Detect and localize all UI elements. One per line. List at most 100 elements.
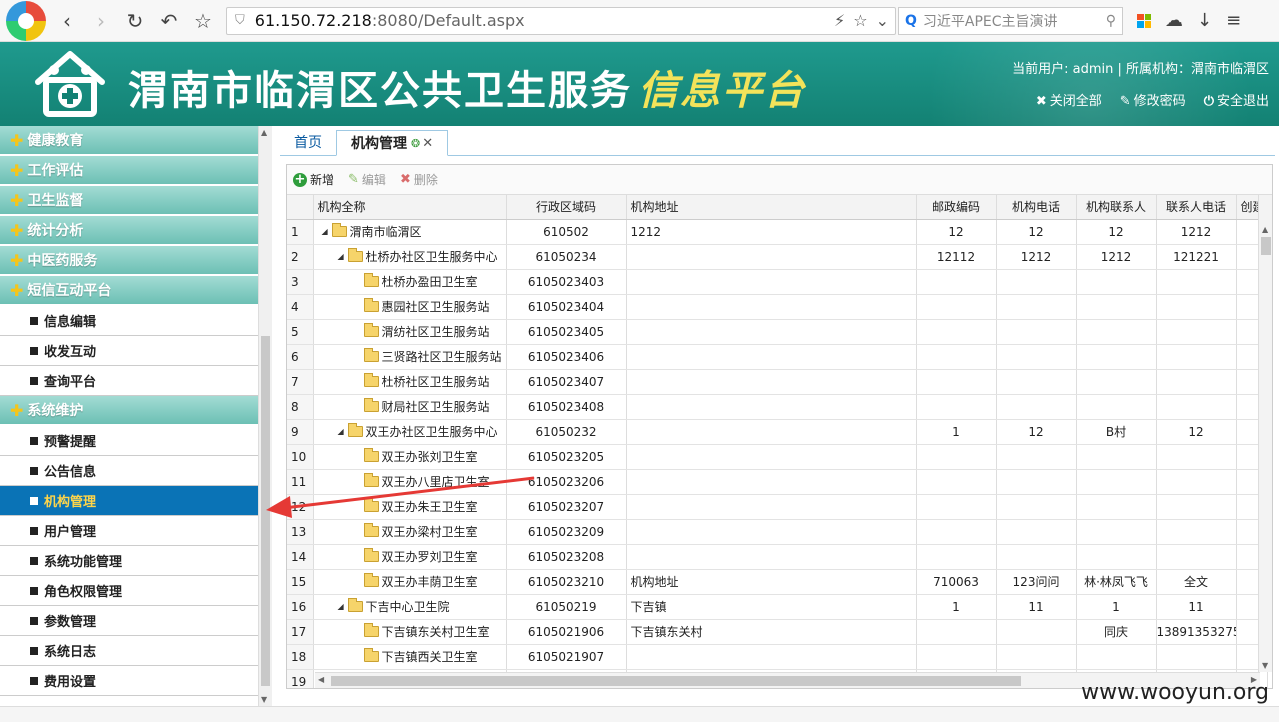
cell-phone: 12 (996, 419, 1077, 445)
column-header-phone[interactable]: 机构电话 (996, 195, 1077, 220)
expand-triangle-icon[interactable]: ◢ (322, 227, 332, 236)
sidebar-item-warning[interactable]: 预警提醒 (0, 426, 258, 456)
scroll-up-icon[interactable]: ▲ (261, 128, 267, 137)
sidebar-item-parameters[interactable]: 参数管理 (0, 606, 258, 636)
sidebar-item-function-management[interactable]: 系统功能管理 (0, 546, 258, 576)
sidebar-item-info-edit[interactable]: 信息编辑 (0, 306, 258, 336)
tab-org-management[interactable]: 机构管理 ❂ ✕ (336, 130, 449, 156)
sidebar-group-system-maintenance[interactable]: ✚ 系统维护 (0, 396, 258, 426)
table-row[interactable]: 14 双王办罗刘卫生室 6105023208 (287, 544, 1268, 570)
cell-contact (1076, 344, 1157, 370)
grid-vscroll-thumb[interactable] (1261, 237, 1271, 255)
edit-button[interactable]: ✎ 编辑 (348, 171, 386, 188)
sidebar-item-org-management[interactable]: 机构管理 (0, 486, 258, 516)
sidebar-group-health-education[interactable]: ✚ 健康教育 (0, 126, 258, 156)
cell-phone (996, 519, 1077, 545)
scroll-left-icon[interactable]: ◀ (318, 675, 324, 684)
scroll-down-icon[interactable]: ▼ (1262, 661, 1268, 670)
table-row[interactable]: 10 双王办张刘卫生室 6105023205 (287, 444, 1268, 470)
table-row[interactable]: 5 渭纺社区卫生服务站 6105023405 (287, 319, 1268, 345)
cell-org-name: 双王办朱王卫生室 (313, 494, 507, 520)
grid-vertical-scrollbar[interactable]: ▲ ▼ (1258, 195, 1272, 672)
sidebar-scroll-thumb[interactable] (261, 336, 270, 686)
org-name-text: 双王办社区卫生服务中心 (365, 425, 498, 439)
table-row[interactable]: 2 ◢ 杜桥办社区卫生服务中心 61050234 12112 1212 1212 121221 (287, 244, 1268, 270)
sidebar-item-system-log[interactable]: 系统日志 (0, 636, 258, 666)
expand-triangle-icon[interactable]: ◢ (338, 602, 348, 611)
table-row[interactable]: 7 杜桥社区卫生服务站 6105023407 (287, 369, 1268, 395)
table-row[interactable]: 1 ◢ 渭南市临渭区 610502 1212 12 12 12 1212 (287, 219, 1268, 245)
sidebar-item-user-management[interactable]: 用户管理 (0, 516, 258, 546)
cell-contact (1076, 369, 1157, 395)
table-row[interactable]: 18 下吉镇西关卫生室 6105021907 (287, 644, 1268, 670)
row-number: 18 (287, 644, 314, 670)
lightning-icon[interactable]: ⚡ (834, 11, 845, 30)
sidebar-item-announcement[interactable]: 公告信息 (0, 456, 258, 486)
sidebar-group-health-supervision[interactable]: ✚ 卫生监督 (0, 186, 258, 216)
sidebar-item-role-permission[interactable]: 角色权限管理 (0, 576, 258, 606)
table-row[interactable]: 13 双王办梁村卫生室 6105023209 (287, 519, 1268, 545)
scroll-up-icon[interactable]: ▲ (1262, 225, 1268, 234)
reload-icon[interactable]: ↻ (122, 8, 148, 34)
cell-address (626, 469, 917, 495)
table-row[interactable]: 11 双王办八里店卫生室 6105023206 (287, 469, 1268, 495)
forward-arrow-icon[interactable]: › (88, 8, 114, 34)
close-all-button[interactable]: ✖ 关闭全部 (1036, 90, 1102, 109)
back-arrow-icon[interactable]: ‹ (54, 8, 80, 34)
sidebar-item-send-receive[interactable]: 收发互动 (0, 336, 258, 366)
apps-grid-icon[interactable] (1137, 13, 1151, 28)
table-row[interactable]: 12 双王办朱王卫生室 6105023207 (287, 494, 1268, 520)
search-input[interactable]: Q 习近平APEC主旨演讲 ⚲ (898, 6, 1123, 35)
power-icon: ⏻ (1203, 94, 1214, 109)
scroll-down-icon[interactable]: ▼ (261, 695, 267, 704)
column-header-region-code[interactable]: 行政区域码 (506, 195, 627, 220)
menu-icon[interactable]: ≡ (1226, 10, 1241, 31)
table-row[interactable]: 4 惠园社区卫生服务站 6105023404 (287, 294, 1268, 320)
sidebar-group-statistics[interactable]: ✚ 统计分析 (0, 216, 258, 246)
expand-triangle-icon[interactable]: ◢ (338, 252, 348, 261)
row-number: 10 (287, 444, 314, 470)
column-header-name[interactable]: 机构全称 (313, 195, 507, 220)
cell-contact: 同庆 (1076, 619, 1157, 645)
table-row[interactable]: 3 杜桥办盈田卫生室 6105023403 (287, 269, 1268, 295)
close-tab-icon[interactable]: ✕ (422, 136, 433, 151)
cloud-icon[interactable]: ☁ (1165, 10, 1183, 31)
table-row[interactable]: 16 ◢ 下吉中心卫生院 61050219 下吉镇 1 11 1 11 (287, 594, 1268, 620)
table-row[interactable]: 15 双王办丰荫卫生室 6105023210 机构地址 710063 123问问 林·林凤飞… (287, 569, 1268, 595)
cell-contact: 1212 (1076, 244, 1157, 270)
table-row[interactable]: 9 ◢ 双王办社区卫生服务中心 61050232 1 12 B村 12 (287, 419, 1268, 445)
table-row[interactable]: 6 三贤路社区卫生服务站 6105023406 (287, 344, 1268, 370)
sidebar-group-work-evaluation[interactable]: ✚ 工作评估 (0, 156, 258, 186)
logout-button[interactable]: ⏻ 安全退出 (1204, 90, 1269, 109)
cell-zip (916, 319, 997, 345)
sidebar-item-query-platform[interactable]: 查询平台 (0, 366, 258, 396)
title-accent: 信息平台 (638, 67, 806, 114)
expand-triangle-icon[interactable]: ◢ (338, 427, 348, 436)
sidebar-scrollbar[interactable]: ▲ ▼ (258, 126, 272, 706)
favorite-star-icon[interactable]: ☆ (853, 11, 867, 30)
browser-logo-icon[interactable] (6, 0, 46, 41)
refresh-icon[interactable]: ❂ (411, 137, 420, 150)
address-bar[interactable]: ⛉ 61.150.72.218:8080/Default.aspx ⚡ ☆ ⌄ (226, 6, 896, 35)
add-button[interactable]: + 新增 (293, 171, 334, 188)
sidebar-group-tcm-service[interactable]: ✚ 中医药服务 (0, 246, 258, 276)
tab-home[interactable]: 首页 (280, 129, 336, 155)
delete-button[interactable]: ✖ 删除 (400, 171, 438, 188)
column-header-contact[interactable]: 机构联系人 (1076, 195, 1157, 220)
table-row[interactable]: 8 财局社区卫生服务站 6105023408 (287, 394, 1268, 420)
star-icon[interactable]: ☆ (190, 8, 216, 34)
cell-org-name: 双王办八里店卫生室 (313, 469, 507, 495)
sidebar-item-fee-settings[interactable]: 费用设置 (0, 666, 258, 696)
column-header-zip[interactable]: 邮政编码 (916, 195, 997, 220)
cell-contact-phone (1156, 344, 1237, 370)
dropdown-chevron-icon[interactable]: ⌄ (876, 11, 889, 30)
column-header-contact-phone[interactable]: 联系人电话 (1156, 195, 1237, 220)
undo-icon[interactable]: ↶ (156, 8, 182, 34)
search-icon[interactable]: ⚲ (1106, 13, 1116, 29)
change-password-button[interactable]: ✎ 修改密码 (1120, 90, 1186, 109)
table-row[interactable]: 17 下吉镇东关村卫生室 6105021906 下吉镇东关村 同庆 13891353275 (287, 619, 1268, 645)
grid-hscroll-thumb[interactable] (331, 676, 1021, 686)
column-header-address[interactable]: 机构地址 (626, 195, 917, 220)
download-icon[interactable]: ↓ (1197, 10, 1212, 31)
sidebar-group-sms-platform[interactable]: ✚ 短信互动平台 (0, 276, 258, 306)
